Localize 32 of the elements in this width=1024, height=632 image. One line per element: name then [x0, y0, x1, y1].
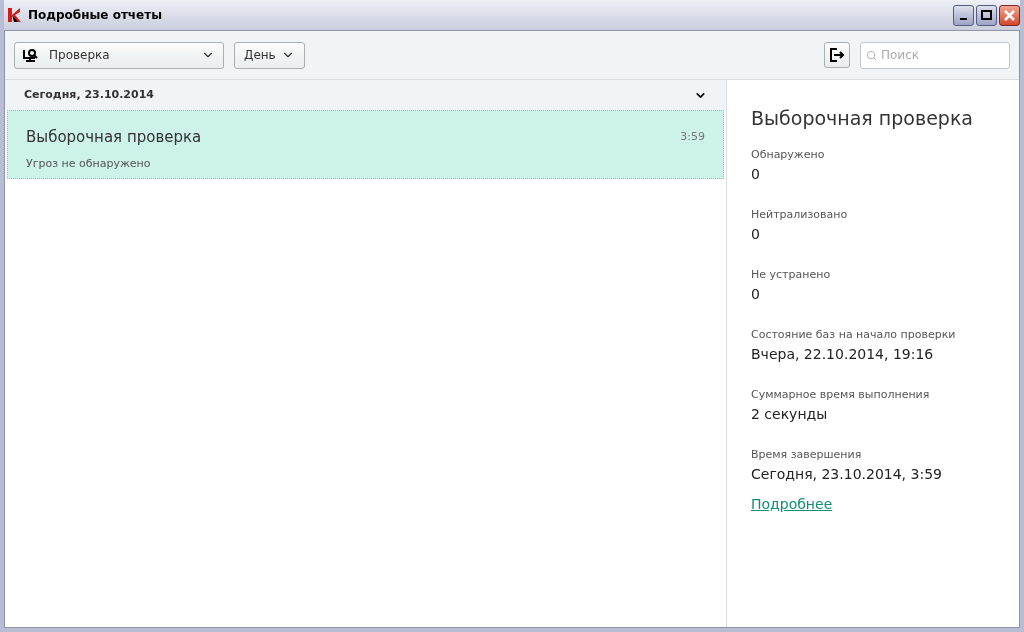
field-label: Суммарное время выполнения	[751, 386, 930, 403]
report-type-dropdown[interactable]: Проверка	[14, 41, 224, 69]
field-label: Обнаружено	[751, 146, 825, 163]
minimize-button[interactable]	[953, 4, 974, 26]
details-title: Выборочная проверка	[751, 106, 973, 131]
report-status: Угроз не обнаружено	[26, 155, 152, 172]
field-value: 0	[751, 284, 761, 304]
field-value: 0	[751, 164, 761, 184]
app-logo-icon	[8, 8, 22, 22]
close-icon	[1004, 9, 1015, 21]
field-value: 2 секунды	[751, 404, 829, 424]
search-field[interactable]: Поиск	[860, 41, 1010, 69]
field-label: Состояние баз на начало проверки	[751, 326, 956, 343]
field-value: Сегодня, 23.10.2014, 3:59	[751, 464, 942, 484]
monitor-search-icon	[23, 47, 39, 63]
field-value: 0	[751, 224, 761, 244]
period-dropdown[interactable]: День	[234, 41, 305, 69]
report-time: 3:59	[680, 129, 705, 145]
report-title: Выборочная проверка	[26, 127, 203, 148]
date-group-header[interactable]: Сегодня, 23.10.2014	[5, 80, 726, 110]
window-title: Подробные отчеты	[28, 7, 163, 24]
export-button[interactable]	[824, 42, 850, 68]
close-button[interactable]	[999, 4, 1020, 26]
maximize-button[interactable]	[976, 4, 997, 26]
field-label: Время завершения	[751, 446, 863, 463]
more-details-link[interactable]: Подробнее	[751, 493, 833, 515]
export-icon	[829, 48, 845, 62]
field-label: Не устранено	[751, 266, 831, 283]
report-list-item[interactable]: Выборочная проверка Угроз не обнаружено 3:59	[7, 110, 724, 179]
search-icon	[866, 49, 877, 61]
field-value: Вчера, 22.10.2014, 19:16	[751, 344, 935, 364]
field-label: Нейтрализовано	[751, 206, 848, 223]
